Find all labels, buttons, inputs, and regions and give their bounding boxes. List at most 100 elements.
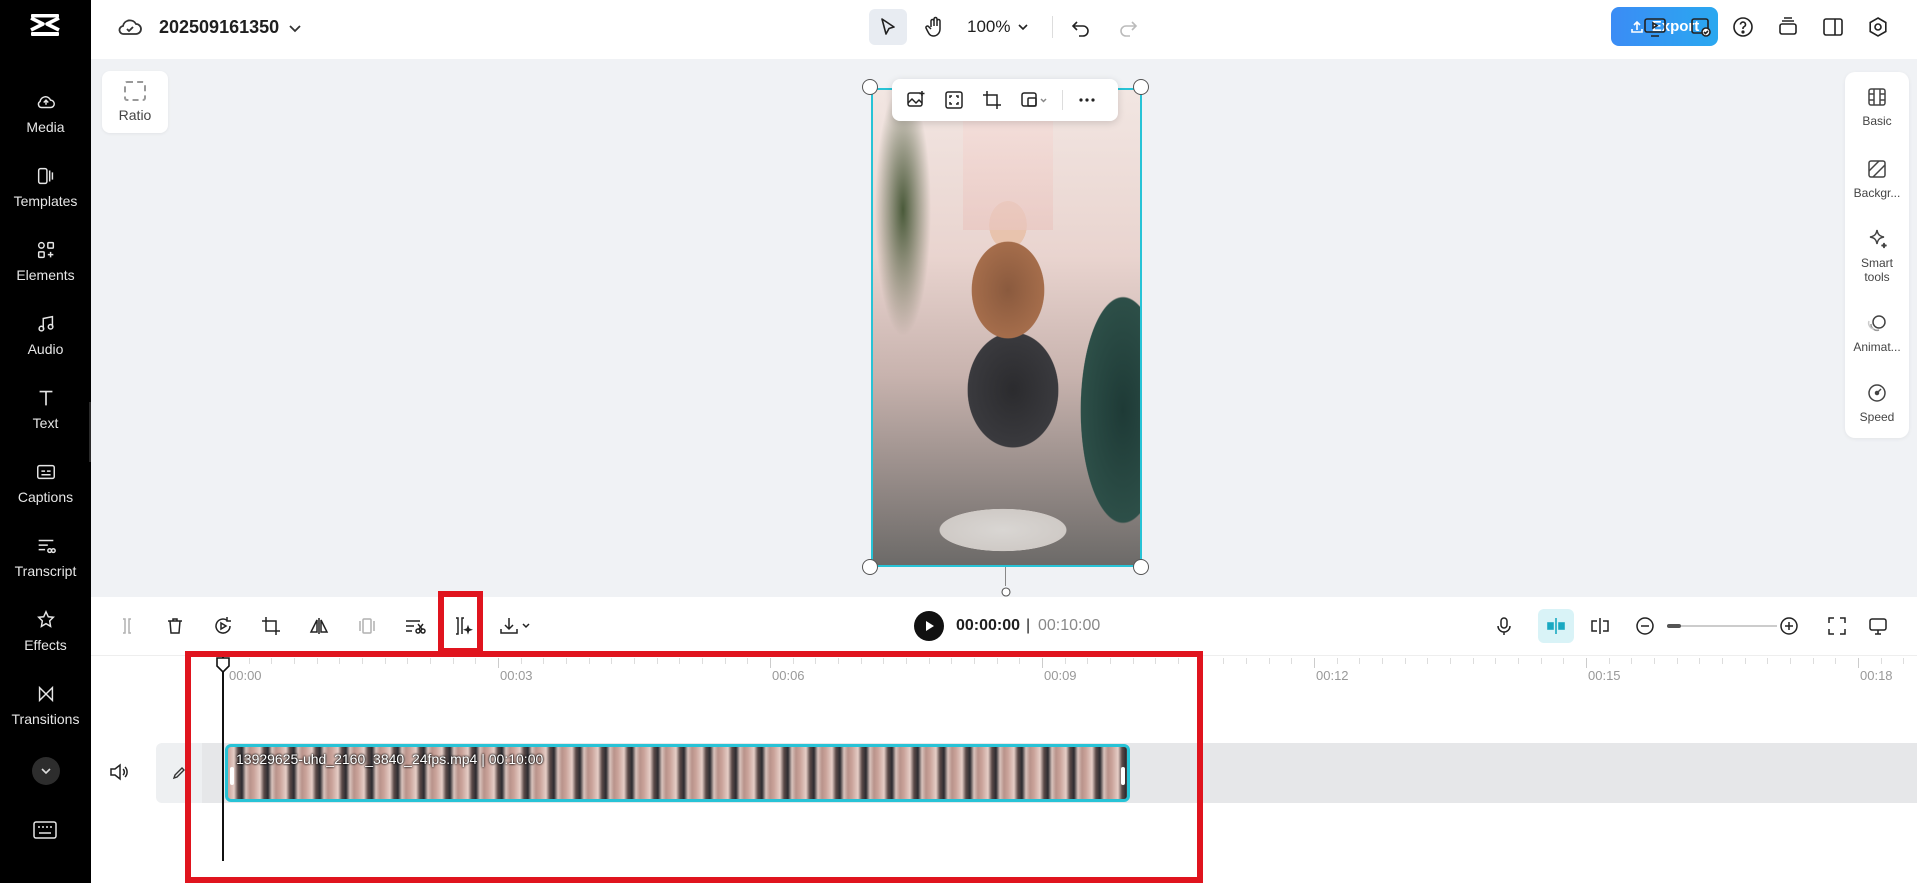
rail-item-templates[interactable]: Templates	[0, 153, 91, 221]
playhead[interactable]	[222, 656, 224, 861]
ruler-tick	[407, 658, 409, 664]
resize-handle-top-right[interactable]	[1133, 79, 1149, 95]
zoom-out-button[interactable]	[1630, 611, 1660, 641]
hand-tool-button[interactable]	[917, 9, 953, 45]
right-properties-panel: Basic Backgr... Smart tools Animat... Sp…	[1845, 72, 1909, 438]
play-icon	[926, 621, 934, 631]
playhead-handle-icon[interactable]	[214, 656, 232, 674]
record-voice-button[interactable]	[1489, 611, 1519, 641]
split-button[interactable]	[112, 611, 142, 641]
clip-trim-handle-left[interactable]	[230, 767, 234, 785]
ruler-tick	[1404, 658, 1406, 664]
clip-filename: 13929625-uhd_2160_3840_24fps.mp4	[236, 751, 478, 767]
rail-item-captions[interactable]: Captions	[0, 449, 91, 517]
timeline[interactable]: 00:00 00:03 00:06 00:09 00:12 00:15 00:1…	[91, 655, 1917, 883]
auto-snap-toggle[interactable]	[1538, 609, 1574, 643]
timeline-ruler[interactable]: 00:00 00:03 00:06 00:09 00:12 00:15 00:1…	[91, 656, 1917, 686]
ratio-button[interactable]: Ratio	[102, 71, 168, 133]
link-clips-button[interactable]	[1585, 611, 1615, 641]
timeline-toolbar: 00:00:00 | 00:10:00	[91, 597, 1917, 655]
redo-icon	[1120, 21, 1138, 37]
rail-item-transcript[interactable]: Transcript	[0, 523, 91, 591]
panel-tab-animation[interactable]: Animat...	[1845, 312, 1909, 354]
rail-item-effects[interactable]: Effects	[0, 597, 91, 665]
timeline-display-button[interactable]	[1863, 611, 1893, 641]
video-clip[interactable]: 13929625-uhd_2160_3840_24fps.mp4 | 00:10…	[225, 744, 1130, 802]
time-separator: |	[1026, 617, 1031, 634]
panel-layout-button[interactable]	[1819, 13, 1847, 41]
settings-button[interactable]	[1864, 13, 1892, 41]
fit-timeline-button[interactable]	[1822, 611, 1852, 641]
rotate-connector	[1005, 567, 1006, 586]
plus-circle-icon	[1780, 617, 1798, 635]
ruler-tick	[1495, 658, 1497, 664]
chevron-down-icon[interactable]	[287, 20, 303, 36]
replace-image-button[interactable]	[898, 84, 934, 116]
rail-item-label: Transitions	[11, 711, 80, 727]
speaker-icon[interactable]	[108, 761, 130, 783]
video-preview[interactable]	[871, 88, 1142, 567]
layers-button[interactable]	[1774, 13, 1802, 41]
select-tool-button[interactable]	[869, 9, 907, 45]
ruler-tick	[1858, 658, 1859, 668]
ruler-tick	[1563, 658, 1565, 664]
ruler-tick	[611, 658, 613, 664]
ruler-tick	[1586, 658, 1587, 668]
hand-icon	[925, 16, 941, 37]
clip-trim-handle-right[interactable]	[1121, 767, 1125, 785]
keyboard-icon[interactable]	[33, 820, 57, 840]
play-button[interactable]	[914, 611, 944, 641]
resize-handle-bottom-right[interactable]	[1133, 559, 1149, 575]
review-button[interactable]	[1687, 13, 1715, 41]
present-button[interactable]	[1641, 13, 1669, 41]
loop-button[interactable]	[208, 611, 238, 641]
mask-dropdown-button[interactable]	[1012, 84, 1056, 116]
ruler-tick	[1110, 658, 1111, 664]
zoom-in-button[interactable]	[1774, 611, 1804, 641]
flip-button[interactable]	[304, 611, 334, 641]
download-dropdown-button[interactable]	[494, 611, 538, 641]
freeze-frame-icon	[359, 618, 375, 634]
ruler-tick	[996, 658, 998, 664]
resize-handle-bottom-left[interactable]	[862, 559, 878, 575]
ruler-tick	[271, 658, 273, 664]
timeline-zoom-slider[interactable]	[1667, 624, 1777, 628]
undo-button[interactable]	[1067, 13, 1095, 41]
ruler-tick	[1880, 658, 1882, 664]
redo-button[interactable]	[1114, 13, 1142, 41]
fit-button[interactable]	[936, 84, 972, 116]
pencil-icon	[172, 767, 185, 780]
panel-tab-background[interactable]: Backgr...	[1845, 158, 1909, 200]
panel-tab-smart-tools[interactable]: Smart tools	[1845, 228, 1909, 284]
more-options-button[interactable]	[1069, 84, 1105, 116]
cloud-sync-icon[interactable]	[117, 16, 143, 38]
ruler-tick	[1744, 658, 1746, 664]
rail-more-button[interactable]	[32, 757, 60, 785]
freeze-button[interactable]	[352, 611, 382, 641]
resize-handle-top-left[interactable]	[862, 79, 878, 95]
ruler-tick	[860, 658, 862, 664]
rail-item-media[interactable]: Media	[0, 79, 91, 147]
project-title[interactable]: 202509161350	[159, 17, 279, 38]
help-button[interactable]	[1729, 13, 1757, 41]
rail-item-transitions[interactable]: Transitions	[0, 671, 91, 739]
panel-tab-speed[interactable]: Speed	[1845, 382, 1909, 424]
panel-tab-basic[interactable]: Basic	[1845, 86, 1909, 128]
ruler-tick	[475, 658, 477, 664]
zoom-dropdown[interactable]: 100%	[967, 17, 1030, 37]
ruler-tick	[588, 658, 590, 664]
track-edit-control[interactable]	[156, 743, 202, 803]
remove-filler-button[interactable]	[400, 611, 430, 641]
rail-item-text[interactable]: Text	[0, 375, 91, 443]
ruler-tick	[1676, 658, 1678, 664]
clip-label: 13929625-uhd_2160_3840_24fps.mp4 | 00:10…	[236, 751, 544, 767]
rail-item-elements[interactable]: Elements	[0, 227, 91, 295]
smart-split-button[interactable]	[447, 611, 477, 641]
crop-button[interactable]	[974, 84, 1010, 116]
crop-clip-button[interactable]	[256, 611, 286, 641]
delete-button[interactable]	[160, 611, 190, 641]
rail-item-audio[interactable]: Audio	[0, 301, 91, 369]
ruler-tick	[1042, 658, 1043, 668]
split-link-icon	[1591, 618, 1609, 634]
capcut-logo-icon[interactable]	[27, 12, 63, 42]
